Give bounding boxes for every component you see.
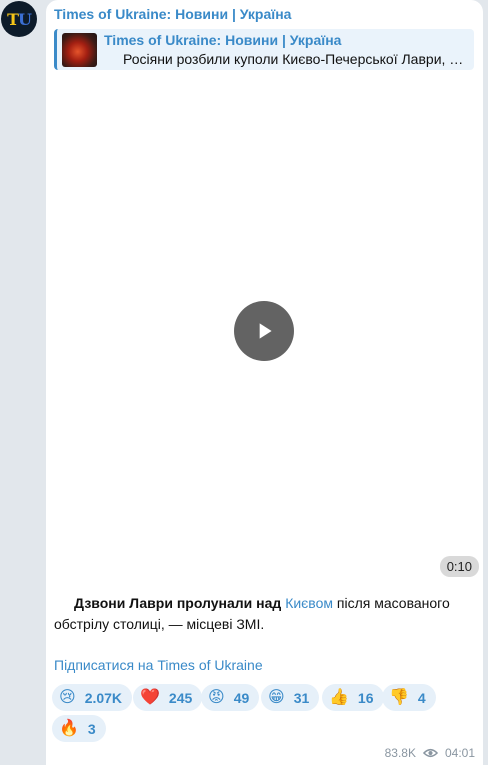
video-player[interactable]: 0:10 [54, 74, 479, 584]
reaction-grin[interactable]: 😁 31 [261, 684, 320, 711]
subscribe-link[interactable]: Підписатися на Times of Ukraine [54, 657, 263, 673]
caption-link[interactable]: Києвом [285, 595, 333, 611]
play-icon [259, 323, 272, 339]
reply-text: Росіяни розбили куполи Києво-Печерської … [123, 51, 464, 67]
reaction-thumbs-up[interactable]: 👍 16 [322, 684, 384, 711]
video-duration: 0:10 [439, 556, 479, 577]
reaction-count: 3 [87, 720, 96, 737]
reaction-count: 31 [293, 689, 310, 706]
reaction-count: 49 [233, 689, 250, 706]
forwarded-reply[interactable]: Times of Ukraine: Новини | Україна Росія… [54, 29, 474, 70]
fire-emoji-icon: 🔥 [59, 719, 79, 737]
reaction-count: 4 [417, 689, 426, 706]
angry-emoji-icon: 😡 [208, 688, 225, 706]
channel-name[interactable]: Times of Ukraine: Новини | Україна [54, 6, 291, 22]
reaction-cry[interactable]: 😢 2.07K [52, 684, 133, 711]
grin-emoji-icon: 😁 [268, 688, 285, 706]
reaction-heart[interactable]: ❤️ 245 [133, 684, 203, 711]
channel-avatar[interactable]: TU [1, 1, 37, 37]
reaction-fire[interactable]: 🔥 3 [52, 715, 106, 742]
play-button[interactable] [234, 301, 294, 361]
heart-emoji-icon: ❤️ [140, 688, 160, 706]
thumbs-down-emoji-icon: 👎 [389, 688, 409, 706]
view-count: 83.8K [384, 746, 416, 760]
thumbs-up-emoji-icon: 👍 [329, 688, 349, 706]
reaction-thumbs-down[interactable]: 👎 4 [382, 684, 436, 711]
eye-icon [422, 748, 438, 758]
avatar-letter-t: T [7, 9, 19, 29]
message-time: 04:01 [444, 746, 475, 760]
reaction-count: 16 [357, 689, 374, 706]
message-bubble: Times of Ukraine: Новини | Україна Times… [46, 0, 483, 765]
message-caption: Дзвони Лаври пролунали над Києвом після … [54, 593, 474, 635]
cry-emoji-icon: 😢 [59, 688, 76, 706]
reaction-count: 2.07K [84, 689, 123, 706]
reaction-count: 245 [168, 689, 193, 706]
avatar-letter-u: U [17, 9, 32, 29]
reaction-angry[interactable]: 😡 49 [201, 684, 260, 711]
reply-thumbnail [62, 33, 97, 67]
reply-title: Times of Ukraine: Новини | Україна [104, 32, 342, 48]
caption-bold: Дзвони Лаври пролунали над [74, 595, 282, 611]
message-meta: 83.8K 04:01 [385, 746, 475, 760]
